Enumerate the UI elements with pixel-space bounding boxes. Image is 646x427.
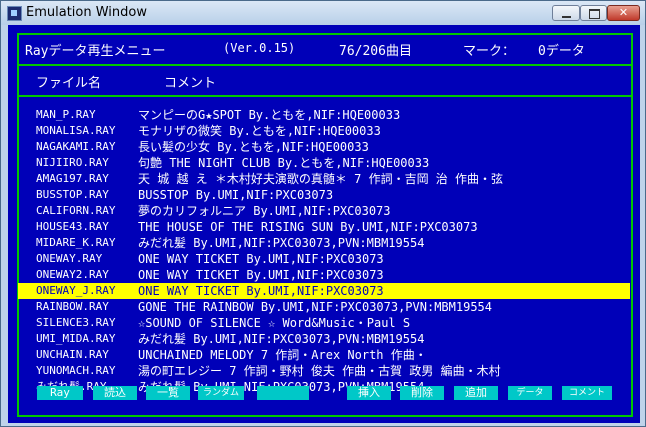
fkey-load[interactable]: 読込 (93, 386, 137, 400)
list-item[interactable]: MAN_P.RAY マンピーのG★SPOT By.ともを,NIF:HQE00033 (18, 107, 630, 123)
header-divider (17, 64, 633, 66)
file-name: RAINBOW.RAY (36, 300, 109, 313)
file-name: HOUSE43.RAY (36, 220, 109, 233)
fkey-data[interactable]: データ (508, 386, 552, 400)
file-name: BUSSTOP.RAY (36, 188, 109, 201)
list-item[interactable]: NIJIIRO.RAY 句艶 THE NIGHT CLUB By.ともを,NIF:… (18, 155, 630, 171)
list-item[interactable]: SILENCE3.RAY ☆SOUND OF SILENCE ☆ Word&Mus… (18, 315, 630, 331)
list-item[interactable]: HOUSE43.RAY THE HOUSE OF THE RISING SUN B… (18, 219, 630, 235)
list-item[interactable]: YUNOMACH.RAY 湯の町エレジー 7 作詞・野村 俊夫 作曲・古賀 政男 … (18, 363, 630, 379)
maximize-button[interactable] (580, 5, 607, 21)
fkey-append[interactable]: 追加 (454, 386, 498, 400)
file-name: NAGAKAMI.RAY (36, 140, 116, 153)
window-title: Emulation Window (26, 5, 147, 20)
app-icon[interactable] (7, 6, 22, 21)
file-comment: モナリザの微笑 By.ともを,NIF:HQE00033 (138, 124, 381, 138)
file-name: MONALISA.RAY (36, 124, 116, 137)
file-name: ONEWAY_J.RAY (36, 284, 116, 297)
file-name: MIDARE_K.RAY (36, 236, 116, 249)
fkey-ray[interactable]: Ray (37, 386, 83, 400)
file-comment: 天 城 越 え ＊木村好夫演歌の真髄＊ 7 作詞・吉岡 治 作曲・弦 (138, 172, 504, 186)
list-item[interactable]: UMI_MIDA.RAY みだれ髪 By.UMI,NIF:PXC03073,PVN… (18, 331, 630, 347)
title-bar[interactable]: Emulation Window ✕ (1, 1, 645, 25)
version-label: (Ver.0.15) (223, 41, 296, 55)
minimize-button[interactable] (552, 5, 580, 21)
list-item-selected[interactable]: ONEWAY_J.RAY ONE WAY TICKET By.UMI,NIF:PX… (18, 283, 630, 299)
list-item[interactable]: ONEWAY2.RAY ONE WAY TICKET By.UMI,NIF:PXC… (18, 267, 630, 283)
file-name: UMI_MIDA.RAY (36, 332, 116, 345)
fkey-delete[interactable]: 削除 (400, 386, 444, 400)
list-item[interactable]: NAGAKAMI.RAY 長い髪の少女 By.ともを,NIF:HQE00033 (18, 139, 630, 155)
column-header-file: ファイル名 (36, 76, 102, 91)
close-button[interactable]: ✕ (607, 5, 640, 21)
file-name: AMAG197.RAY (36, 172, 109, 185)
file-comment: 句艶 THE NIGHT CLUB By.ともを,NIF:HQE00033 (138, 156, 430, 170)
file-comment: UNCHAINED MELODY 7 作詞・Arex North 作曲・ (138, 348, 427, 362)
file-comment: 夢のカリフォルニア By.UMI,NIF:PXC03073 (138, 204, 391, 218)
app-title: Rayデータ再生メニュー (25, 44, 166, 59)
file-comment: ONE WAY TICKET By.UMI,NIF:PXC03073 (138, 252, 384, 266)
file-name: ONEWAY2.RAY (36, 268, 109, 281)
file-comment: マンピーのG★SPOT By.ともを,NIF:HQE00033 (138, 108, 401, 122)
file-comment: ONE WAY TICKET By.UMI,NIF:PXC03073 (138, 284, 384, 298)
list-item[interactable]: MONALISA.RAY モナリザの微笑 By.ともを,NIF:HQE00033 (18, 123, 630, 139)
fkey-random[interactable]: ランダム (198, 386, 244, 400)
list-item[interactable]: MIDARE_K.RAY みだれ髪 By.UMI,NIF:PXC03073,PVN… (18, 235, 630, 251)
column-divider (17, 95, 633, 97)
list-item[interactable]: BUSSTOP.RAY BUSSTOP By.UMI,NIF:PXC03073 (18, 187, 630, 203)
file-comment: THE HOUSE OF THE RISING SUN By.UMI,NIF:P… (138, 220, 478, 234)
emulator-screen: Rayデータ再生メニュー (Ver.0.15) 76/206曲目 マーク： 0デ… (8, 25, 640, 423)
minimize-icon (562, 16, 571, 18)
mark-value: 0データ (538, 44, 585, 59)
list-item[interactable]: UNCHAIN.RAY UNCHAINED MELODY 7 作詞・Arex No… (18, 347, 630, 363)
list-item[interactable]: AMAG197.RAY 天 城 越 え ＊木村好夫演歌の真髄＊ 7 作詞・吉岡 治… (18, 171, 630, 187)
file-comment: 湯の町エレジー 7 作詞・野村 俊夫 作曲・古賀 政男 編曲・木村 (138, 364, 501, 378)
file-comment: みだれ髪 By.UMI,NIF:PXC03073,PVN:MBM19554 (138, 332, 425, 346)
file-comment: GONE THE RAINBOW By.UMI,NIF:PXC03073,PVN… (138, 300, 493, 314)
list-item[interactable]: ONEWAY.RAY ONE WAY TICKET By.UMI,NIF:PXC0… (18, 251, 630, 267)
close-icon: ✕ (618, 6, 629, 19)
list-item[interactable]: RAINBOW.RAY GONE THE RAINBOW By.UMI,NIF:P… (18, 299, 630, 315)
fkey-insert[interactable]: 挿入 (347, 386, 391, 400)
emulation-window: Emulation Window ✕ Rayデータ再生メニュー (Ver.0.1… (0, 0, 646, 427)
list-item[interactable]: CALIFORN.RAY 夢のカリフォルニア By.UMI,NIF:PXC0307… (18, 203, 630, 219)
file-name: CALIFORN.RAY (36, 204, 116, 217)
file-name: ONEWAY.RAY (36, 252, 103, 265)
maximize-icon (589, 9, 600, 19)
fkey-list[interactable]: 一覧 (146, 386, 190, 400)
function-key-bar: Ray 読込 一覧 ランダム 挿入 削除 追加 データ コメント (29, 386, 629, 401)
file-name: UNCHAIN.RAY (36, 348, 109, 361)
file-name: YUNOMACH.RAY (36, 364, 116, 377)
fkey-comment[interactable]: コメント (562, 386, 612, 400)
file-name: NIJIIRO.RAY (36, 156, 109, 169)
mark-label: マーク： (463, 44, 516, 59)
file-comment: ☆SOUND OF SILENCE ☆ Word&Music・Paul S (138, 316, 411, 330)
fkey-blank[interactable] (257, 386, 309, 400)
file-name: SILENCE3.RAY (36, 316, 116, 329)
file-comment: みだれ髪 By.UMI,NIF:PXC03073,PVN:MBM19554 (138, 236, 425, 250)
file-comment: BUSSTOP By.UMI,NIF:PXC03073 (138, 188, 334, 202)
track-counter: 76/206曲目 (339, 44, 412, 59)
file-name: MAN_P.RAY (36, 108, 96, 121)
column-header-comment: コメント (164, 76, 217, 91)
file-comment: ONE WAY TICKET By.UMI,NIF:PXC03073 (138, 268, 384, 282)
file-comment: 長い髪の少女 By.ともを,NIF:HQE00033 (138, 140, 369, 154)
